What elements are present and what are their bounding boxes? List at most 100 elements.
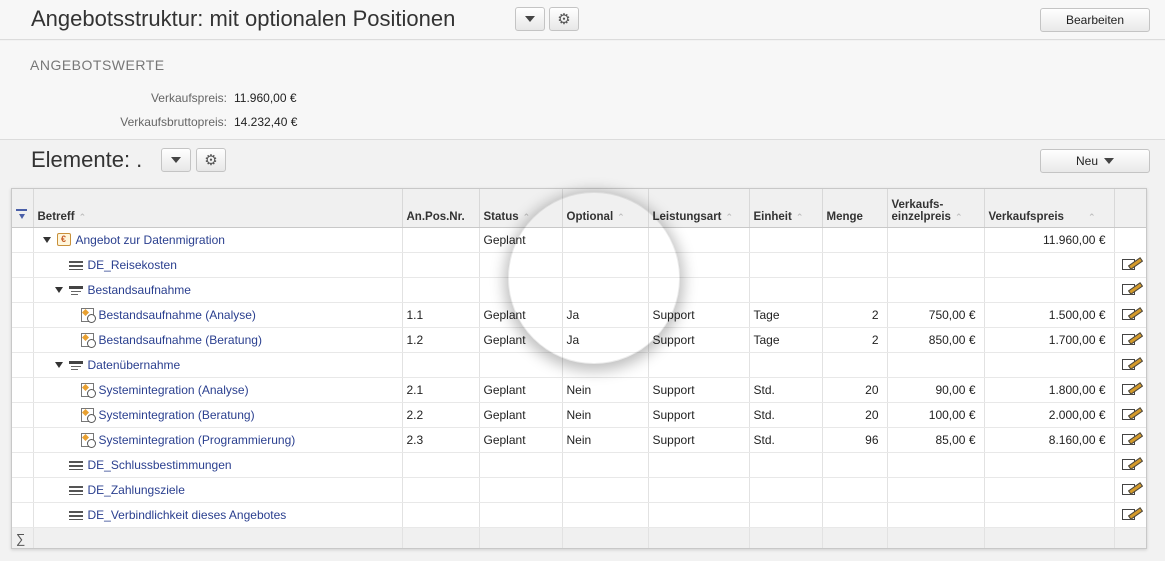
- row-spacer: [12, 302, 34, 328]
- row-subject-link[interactable]: Systemintegration (Programmierung): [99, 433, 296, 447]
- table-row[interactable]: € Angebot zur Datenmigration Geplant 11.960…: [12, 227, 1146, 253]
- cell-pos: [402, 352, 480, 378]
- text-block-icon: [68, 511, 83, 520]
- cell-betreff: Systemintegration (Beratung): [33, 402, 403, 428]
- column-picker[interactable]: [12, 189, 34, 228]
- col-einzelpreis-line1: Verkaufs-: [891, 198, 944, 211]
- table-row[interactable]: Systemintegration (Programmierung) 2.3 Gep…: [12, 427, 1146, 453]
- cell-optional: Nein: [562, 427, 649, 453]
- sum-cell: [1114, 526, 1146, 548]
- table-row[interactable]: Datenübernahme: [12, 352, 1146, 378]
- gross-price-value: 14.232,40 €: [234, 115, 298, 129]
- col-einheit[interactable]: Einheit ⌃: [749, 189, 823, 228]
- cell-betreff: Bestandsaufnahme (Analyse): [33, 302, 403, 328]
- cell-status: Geplant: [479, 427, 563, 453]
- cell-menge: [822, 452, 888, 478]
- sales-price-value: 11.960,00 €: [234, 91, 297, 105]
- edit-icon[interactable]: [1121, 356, 1141, 370]
- edit-icon[interactable]: [1121, 431, 1141, 445]
- row-subject-link[interactable]: Systemintegration (Analyse): [99, 383, 249, 397]
- sales-price-label: Verkaufspreis:: [150, 91, 227, 105]
- row-subject-link[interactable]: DE_Reisekosten: [88, 258, 177, 272]
- cell-betreff: DE_Reisekosten: [33, 252, 403, 278]
- row-subject-link[interactable]: Systemintegration (Beratung): [99, 408, 255, 422]
- edit-icon[interactable]: [1121, 481, 1141, 495]
- cell-betreff: Systemintegration (Analyse): [33, 377, 403, 403]
- table-row[interactable]: Systemintegration (Analyse) 2.1 Geplant Nei…: [12, 377, 1146, 403]
- cell-action: [1114, 327, 1146, 353]
- col-einzelpreis[interactable]: Verkaufs-einzelpreis ⌃: [887, 189, 985, 228]
- table-row[interactable]: Bestandsaufnahme (Analyse) 1.1 Geplant Ja Su…: [12, 302, 1146, 328]
- cell-leistungsart: Support: [648, 402, 750, 428]
- table-row[interactable]: Bestandsaufnahme: [12, 277, 1146, 303]
- edit-icon[interactable]: [1121, 506, 1141, 520]
- cell-pos: 1.2: [402, 327, 480, 353]
- col-optional[interactable]: Optional ⌃: [562, 189, 649, 228]
- cell-einzelpreis: [887, 502, 985, 528]
- table-row[interactable]: DE_Verbindlichkeit dieses Angebotes: [12, 502, 1146, 528]
- column-picker-icon: [16, 208, 28, 221]
- new-button[interactable]: Neu: [1040, 149, 1150, 173]
- col-betreff[interactable]: Betreff ⌃: [33, 189, 403, 228]
- elements-dropdown-button[interactable]: [161, 148, 191, 172]
- row-spacer: [12, 477, 34, 503]
- table-row[interactable]: DE_Reisekosten: [12, 252, 1146, 278]
- edit-icon[interactable]: [1121, 331, 1141, 345]
- cell-einheit: Std.: [749, 377, 823, 403]
- row-subject-link[interactable]: DE_Schlussbestimmungen: [88, 458, 232, 472]
- cell-menge: 96: [822, 427, 888, 453]
- cell-einheit: [749, 502, 823, 528]
- col-verkaufspreis[interactable]: Verkaufspreis ⌃: [984, 189, 1115, 228]
- table-row[interactable]: Systemintegration (Beratung) 2.2 Geplant Ne…: [12, 402, 1146, 428]
- table-row[interactable]: DE_Schlussbestimmungen: [12, 452, 1146, 478]
- cell-leistungsart: [648, 252, 750, 278]
- cell-einzelpreis: [887, 477, 985, 503]
- row-subject-link[interactable]: Bestandsaufnahme (Beratung): [99, 333, 262, 347]
- expand-toggle[interactable]: [42, 236, 52, 243]
- col-menge-label: Menge: [826, 210, 863, 223]
- row-subject-link[interactable]: Datenübernahme: [88, 358, 181, 372]
- title-dropdown-button[interactable]: [515, 7, 545, 31]
- edit-icon[interactable]: [1121, 256, 1141, 270]
- col-einzelpreis-line2: einzelpreis: [891, 210, 951, 223]
- cell-einheit: [749, 227, 823, 253]
- col-leistungsart[interactable]: Leistungsart ⌃: [648, 189, 750, 228]
- offer-values-section: ANGEBOTSWERTE Verkaufspreis: 11.960,00 €…: [0, 41, 1165, 140]
- chevron-down-icon: [1104, 158, 1114, 164]
- gear-icon: ⚙: [557, 10, 571, 28]
- table-row[interactable]: DE_Zahlungsziele: [12, 477, 1146, 503]
- edit-button[interactable]: Bearbeiten: [1040, 8, 1150, 32]
- expand-toggle[interactable]: [54, 361, 64, 368]
- sort-icon: ⌃: [522, 211, 531, 222]
- col-optional-label: Optional: [566, 210, 614, 223]
- edit-icon[interactable]: [1121, 306, 1141, 320]
- edit-icon[interactable]: [1121, 281, 1141, 295]
- edit-icon[interactable]: [1121, 381, 1141, 395]
- col-menge[interactable]: Menge: [822, 189, 888, 228]
- elements-settings-button[interactable]: ⚙: [196, 148, 226, 172]
- title-settings-button[interactable]: ⚙: [549, 7, 579, 31]
- row-subject-link[interactable]: DE_Zahlungsziele: [88, 483, 185, 497]
- row-spacer: [12, 427, 34, 453]
- row-subject-link[interactable]: Bestandsaufnahme (Analyse): [99, 308, 256, 322]
- sum-cell: [402, 526, 480, 548]
- row-spacer: [12, 452, 34, 478]
- sum-cell: [562, 526, 649, 548]
- edit-icon[interactable]: [1121, 456, 1141, 470]
- cell-verkaufspreis: 8.160,00 €: [984, 427, 1115, 453]
- table-row[interactable]: Bestandsaufnahme (Beratung) 1.2 Geplant Ja S…: [12, 327, 1146, 353]
- text-block-icon: [68, 461, 83, 470]
- cell-leistungsart: [648, 477, 750, 503]
- sum-cell: [984, 526, 1115, 548]
- row-subject-link[interactable]: Bestandsaufnahme: [88, 283, 191, 297]
- cell-einheit: Tage: [749, 327, 823, 353]
- col-status[interactable]: Status ⌃: [479, 189, 563, 228]
- cell-leistungsart: Support: [648, 427, 750, 453]
- row-subject-link[interactable]: Angebot zur Datenmigration: [76, 233, 225, 247]
- cell-betreff: Bestandsaufnahme: [33, 277, 403, 303]
- edit-icon[interactable]: [1121, 406, 1141, 420]
- expand-toggle[interactable]: [54, 286, 64, 293]
- col-pos[interactable]: An.Pos.Nr.: [402, 189, 480, 228]
- offer-values-heading: ANGEBOTSWERTE: [30, 57, 165, 73]
- row-subject-link[interactable]: DE_Verbindlichkeit dieses Angebotes: [88, 508, 287, 522]
